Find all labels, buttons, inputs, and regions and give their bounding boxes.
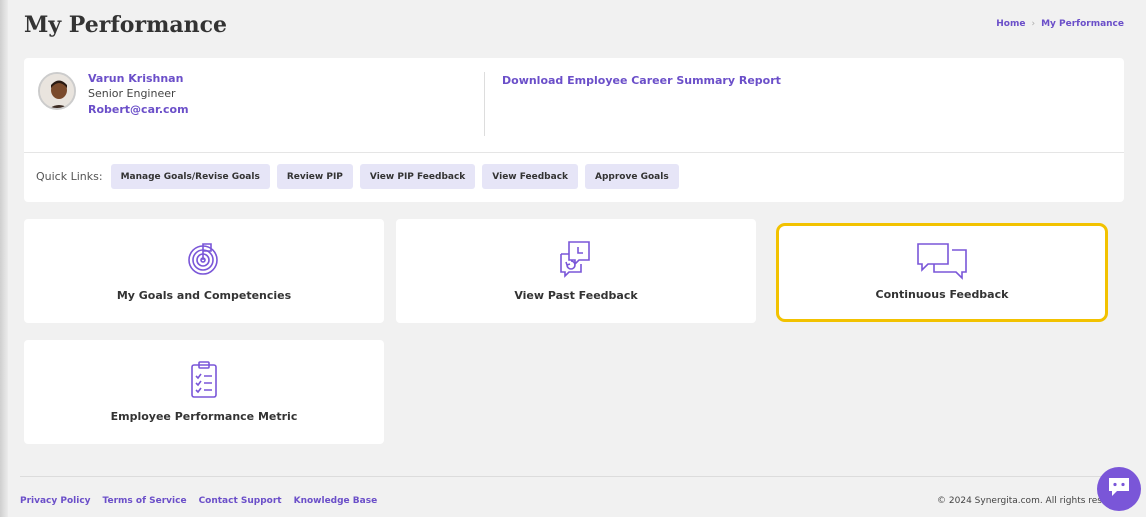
clipboard-checklist-icon [184, 360, 224, 400]
copyright-text: © 2024 Synergita.com. All rights res [937, 496, 1102, 506]
breadcrumb-chevron-icon: › [1031, 19, 1036, 29]
profile-card: Varun Krishnan Senior Engineer Robert@ca… [24, 58, 1124, 202]
tile-my-goals[interactable]: My Goals and Competencies [24, 219, 384, 323]
window-left-edge [0, 0, 8, 517]
user-role: Senior Engineer [88, 87, 176, 100]
privacy-policy-link[interactable]: Privacy Policy [20, 496, 91, 506]
view-feedback-button[interactable]: View Feedback [482, 164, 579, 189]
terms-of-service-link[interactable]: Terms of Service [103, 496, 187, 506]
breadcrumb-home[interactable]: Home [996, 19, 1025, 29]
breadcrumb-current: My Performance [1041, 19, 1124, 29]
contact-support-link[interactable]: Contact Support [199, 496, 282, 506]
user-email[interactable]: Robert@car.com [88, 102, 189, 118]
horizontal-divider [24, 152, 1124, 153]
quick-links: Quick Links: Manage Goals/Revise Goals R… [36, 164, 679, 189]
footer-links: Privacy Policy Terms of Service Contact … [20, 496, 377, 506]
vertical-divider [484, 72, 485, 136]
manage-goals-button[interactable]: Manage Goals/Revise Goals [110, 164, 270, 189]
tile-label: Employee Performance Metric [110, 410, 298, 423]
breadcrumb: Home › My Performance [996, 19, 1124, 29]
view-pip-feedback-button[interactable]: View PIP Feedback [359, 164, 476, 189]
approve-goals-button[interactable]: Approve Goals [585, 164, 679, 189]
tile-employee-performance-metric[interactable]: Employee Performance Metric [24, 340, 384, 444]
tile-label: My Goals and Competencies [116, 289, 292, 302]
tile-label: View Past Feedback [514, 289, 638, 302]
avatar [38, 72, 76, 110]
chat-support-button[interactable] [1097, 467, 1141, 511]
user-name[interactable]: Varun Krishnan [88, 72, 189, 86]
review-pip-button[interactable]: Review PIP [276, 164, 353, 189]
tile-label: Continuous Feedback [875, 288, 1009, 301]
download-career-summary-link[interactable]: Download Employee Career Summary Report [502, 74, 781, 87]
knowledge-base-link[interactable]: Knowledge Base [294, 496, 378, 506]
tile-continuous-feedback[interactable]: Continuous Feedback [776, 223, 1108, 322]
page-title: My Performance [24, 12, 227, 38]
user-info: Varun Krishnan Senior Engineer Robert@ca… [88, 72, 189, 118]
footer-divider [20, 476, 1124, 477]
chat-bubbles-icon [916, 240, 968, 280]
target-icon [184, 239, 224, 279]
chat-icon [1107, 476, 1131, 502]
tile-view-past-feedback[interactable]: View Past Feedback [396, 219, 756, 323]
feedback-history-icon [556, 239, 596, 279]
quick-links-label: Quick Links: [36, 170, 103, 183]
